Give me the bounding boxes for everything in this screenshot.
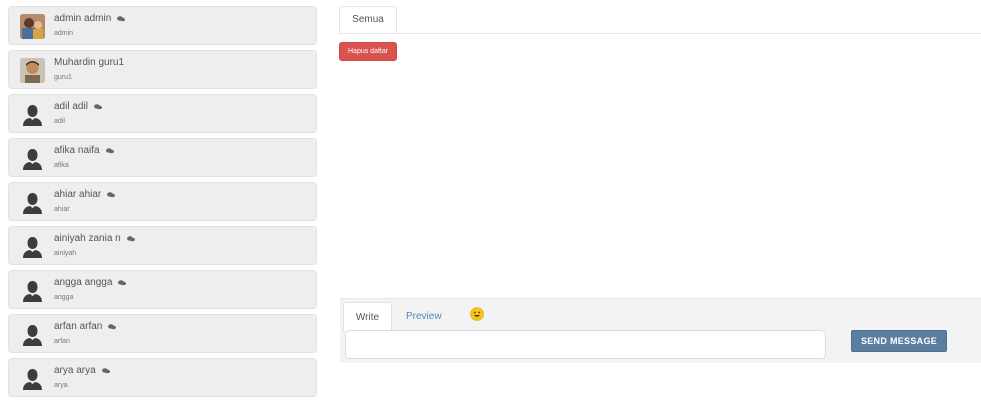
chat-icon[interactable] xyxy=(101,367,110,374)
user-name: admin admin xyxy=(54,13,126,24)
user-silhouette-icon xyxy=(20,102,45,127)
user-item-afika[interactable]: afika naifa afika xyxy=(8,138,317,177)
tab-write[interactable]: Write xyxy=(343,302,392,331)
user-name: afika naifa xyxy=(54,145,114,156)
user-item-muhardin[interactable]: Muhardin guru1 guru1 xyxy=(8,50,317,89)
chat-icon[interactable] xyxy=(108,323,117,330)
user-name-text: arfan arfan xyxy=(54,321,103,332)
user-name: ainiyah zania n xyxy=(54,233,135,244)
user-item-arfan[interactable]: arfan arfan arfan xyxy=(8,314,317,353)
user-name-text: ahiar ahiar xyxy=(54,189,102,200)
chat-icon[interactable] xyxy=(105,147,114,154)
user-name: arfan arfan xyxy=(54,321,117,332)
chat-icon[interactable] xyxy=(118,279,127,286)
user-name-text: Muhardin guru1 xyxy=(54,57,125,68)
user-item-admin[interactable]: admin admin admin xyxy=(8,6,317,45)
message-input[interactable] xyxy=(345,330,826,359)
user-name: arya arya xyxy=(54,365,110,376)
user-name-text: ainiyah zania n xyxy=(54,233,121,244)
message-composer: Write Preview SEND MESSAGE xyxy=(340,298,981,363)
tab-preview[interactable]: Preview xyxy=(406,311,442,322)
user-handle: guru1 xyxy=(54,74,72,81)
chat-icon[interactable] xyxy=(126,235,135,242)
user-name-text: adil adil xyxy=(54,101,88,112)
conversation-tabs: Semua xyxy=(339,6,981,34)
user-handle: ahiar xyxy=(54,206,70,213)
user-handle: arfan xyxy=(54,338,70,345)
tab-semua[interactable]: Semua xyxy=(339,6,397,33)
user-item-ahiar[interactable]: ahiar ahiar ahiar xyxy=(8,182,317,221)
user-name: ahiar ahiar xyxy=(54,189,116,200)
user-handle: admin xyxy=(54,30,74,37)
user-handle: angga xyxy=(54,294,74,301)
user-handle: arya xyxy=(54,382,68,389)
user-handle: ainiyah xyxy=(54,250,77,257)
user-silhouette-icon xyxy=(20,322,45,347)
user-silhouette-icon xyxy=(20,146,45,171)
chat-icon[interactable] xyxy=(117,15,126,22)
user-item-adil[interactable]: adil adil adil xyxy=(8,94,317,133)
user-name-text: admin admin xyxy=(54,13,112,24)
chat-icon[interactable] xyxy=(107,191,116,198)
user-name-text: afika naifa xyxy=(54,145,100,156)
avatar xyxy=(20,58,45,83)
user-name: adil adil xyxy=(54,101,102,112)
send-message-button[interactable]: SEND MESSAGE xyxy=(851,330,947,352)
hapus-daftar-button[interactable]: Hapus daftar xyxy=(339,42,398,61)
user-silhouette-icon xyxy=(20,234,45,259)
chat-icon[interactable] xyxy=(93,103,102,110)
user-name-text: arya arya xyxy=(54,365,96,376)
user-silhouette-icon xyxy=(20,190,45,215)
user-name: Muhardin guru1 xyxy=(54,57,124,68)
user-name-text: angga angga xyxy=(54,277,113,288)
user-handle: adil xyxy=(54,118,65,125)
user-silhouette-icon xyxy=(20,278,45,303)
user-name: angga angga xyxy=(54,277,127,288)
user-item-angga[interactable]: angga angga angga xyxy=(8,270,317,309)
avatar xyxy=(20,14,45,39)
user-item-arya[interactable]: arya arya arya xyxy=(8,358,317,397)
user-silhouette-icon xyxy=(20,366,45,391)
user-list: admin admin admin Muhardin guru1 guru1 a… xyxy=(8,6,317,402)
smiley-emoji-icon[interactable] xyxy=(470,307,484,321)
user-handle: afika xyxy=(54,162,69,169)
user-item-ainiyah[interactable]: ainiyah zania n ainiyah xyxy=(8,226,317,265)
